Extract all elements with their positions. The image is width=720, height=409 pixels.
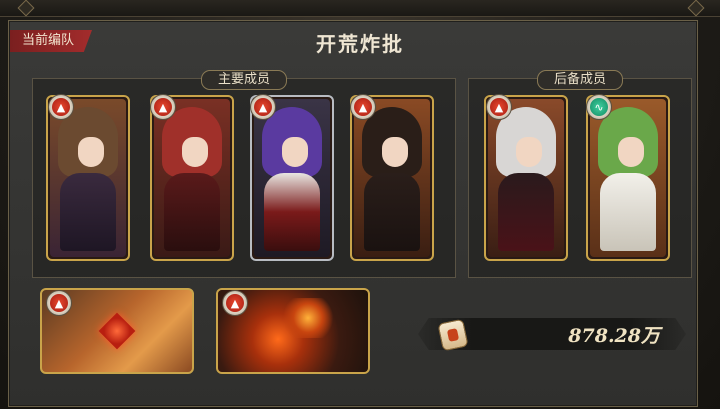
crystal-relic-icon <box>98 312 136 350</box>
team-power-value: 878.28万 <box>568 325 660 347</box>
fire-icon: ▲ <box>46 290 72 316</box>
power-fist-icon <box>437 318 469 352</box>
character-portrait <box>354 99 430 257</box>
character-portrait <box>254 99 330 257</box>
character-portrait <box>154 99 230 257</box>
team-name[interactable]: 开荒炸批 <box>0 28 720 57</box>
character-portrait <box>50 99 126 257</box>
top-frame <box>0 0 720 17</box>
fire-icon: ▲ <box>222 290 248 316</box>
ornament-icon <box>17 0 35 17</box>
fire-icon: ▲ <box>350 94 376 120</box>
character-portrait <box>488 99 564 257</box>
wind-icon: ∿ <box>586 94 612 120</box>
main-members-label: 主要成员 <box>200 70 288 90</box>
character-portrait <box>590 99 666 257</box>
reserve-members-label: 后备成员 <box>536 70 624 90</box>
fire-icon: ▲ <box>486 94 512 120</box>
fire-icon: ▲ <box>250 94 276 120</box>
fire-icon: ▲ <box>150 94 176 120</box>
ornament-icon <box>687 0 705 17</box>
fire-icon: ▲ <box>48 94 74 120</box>
